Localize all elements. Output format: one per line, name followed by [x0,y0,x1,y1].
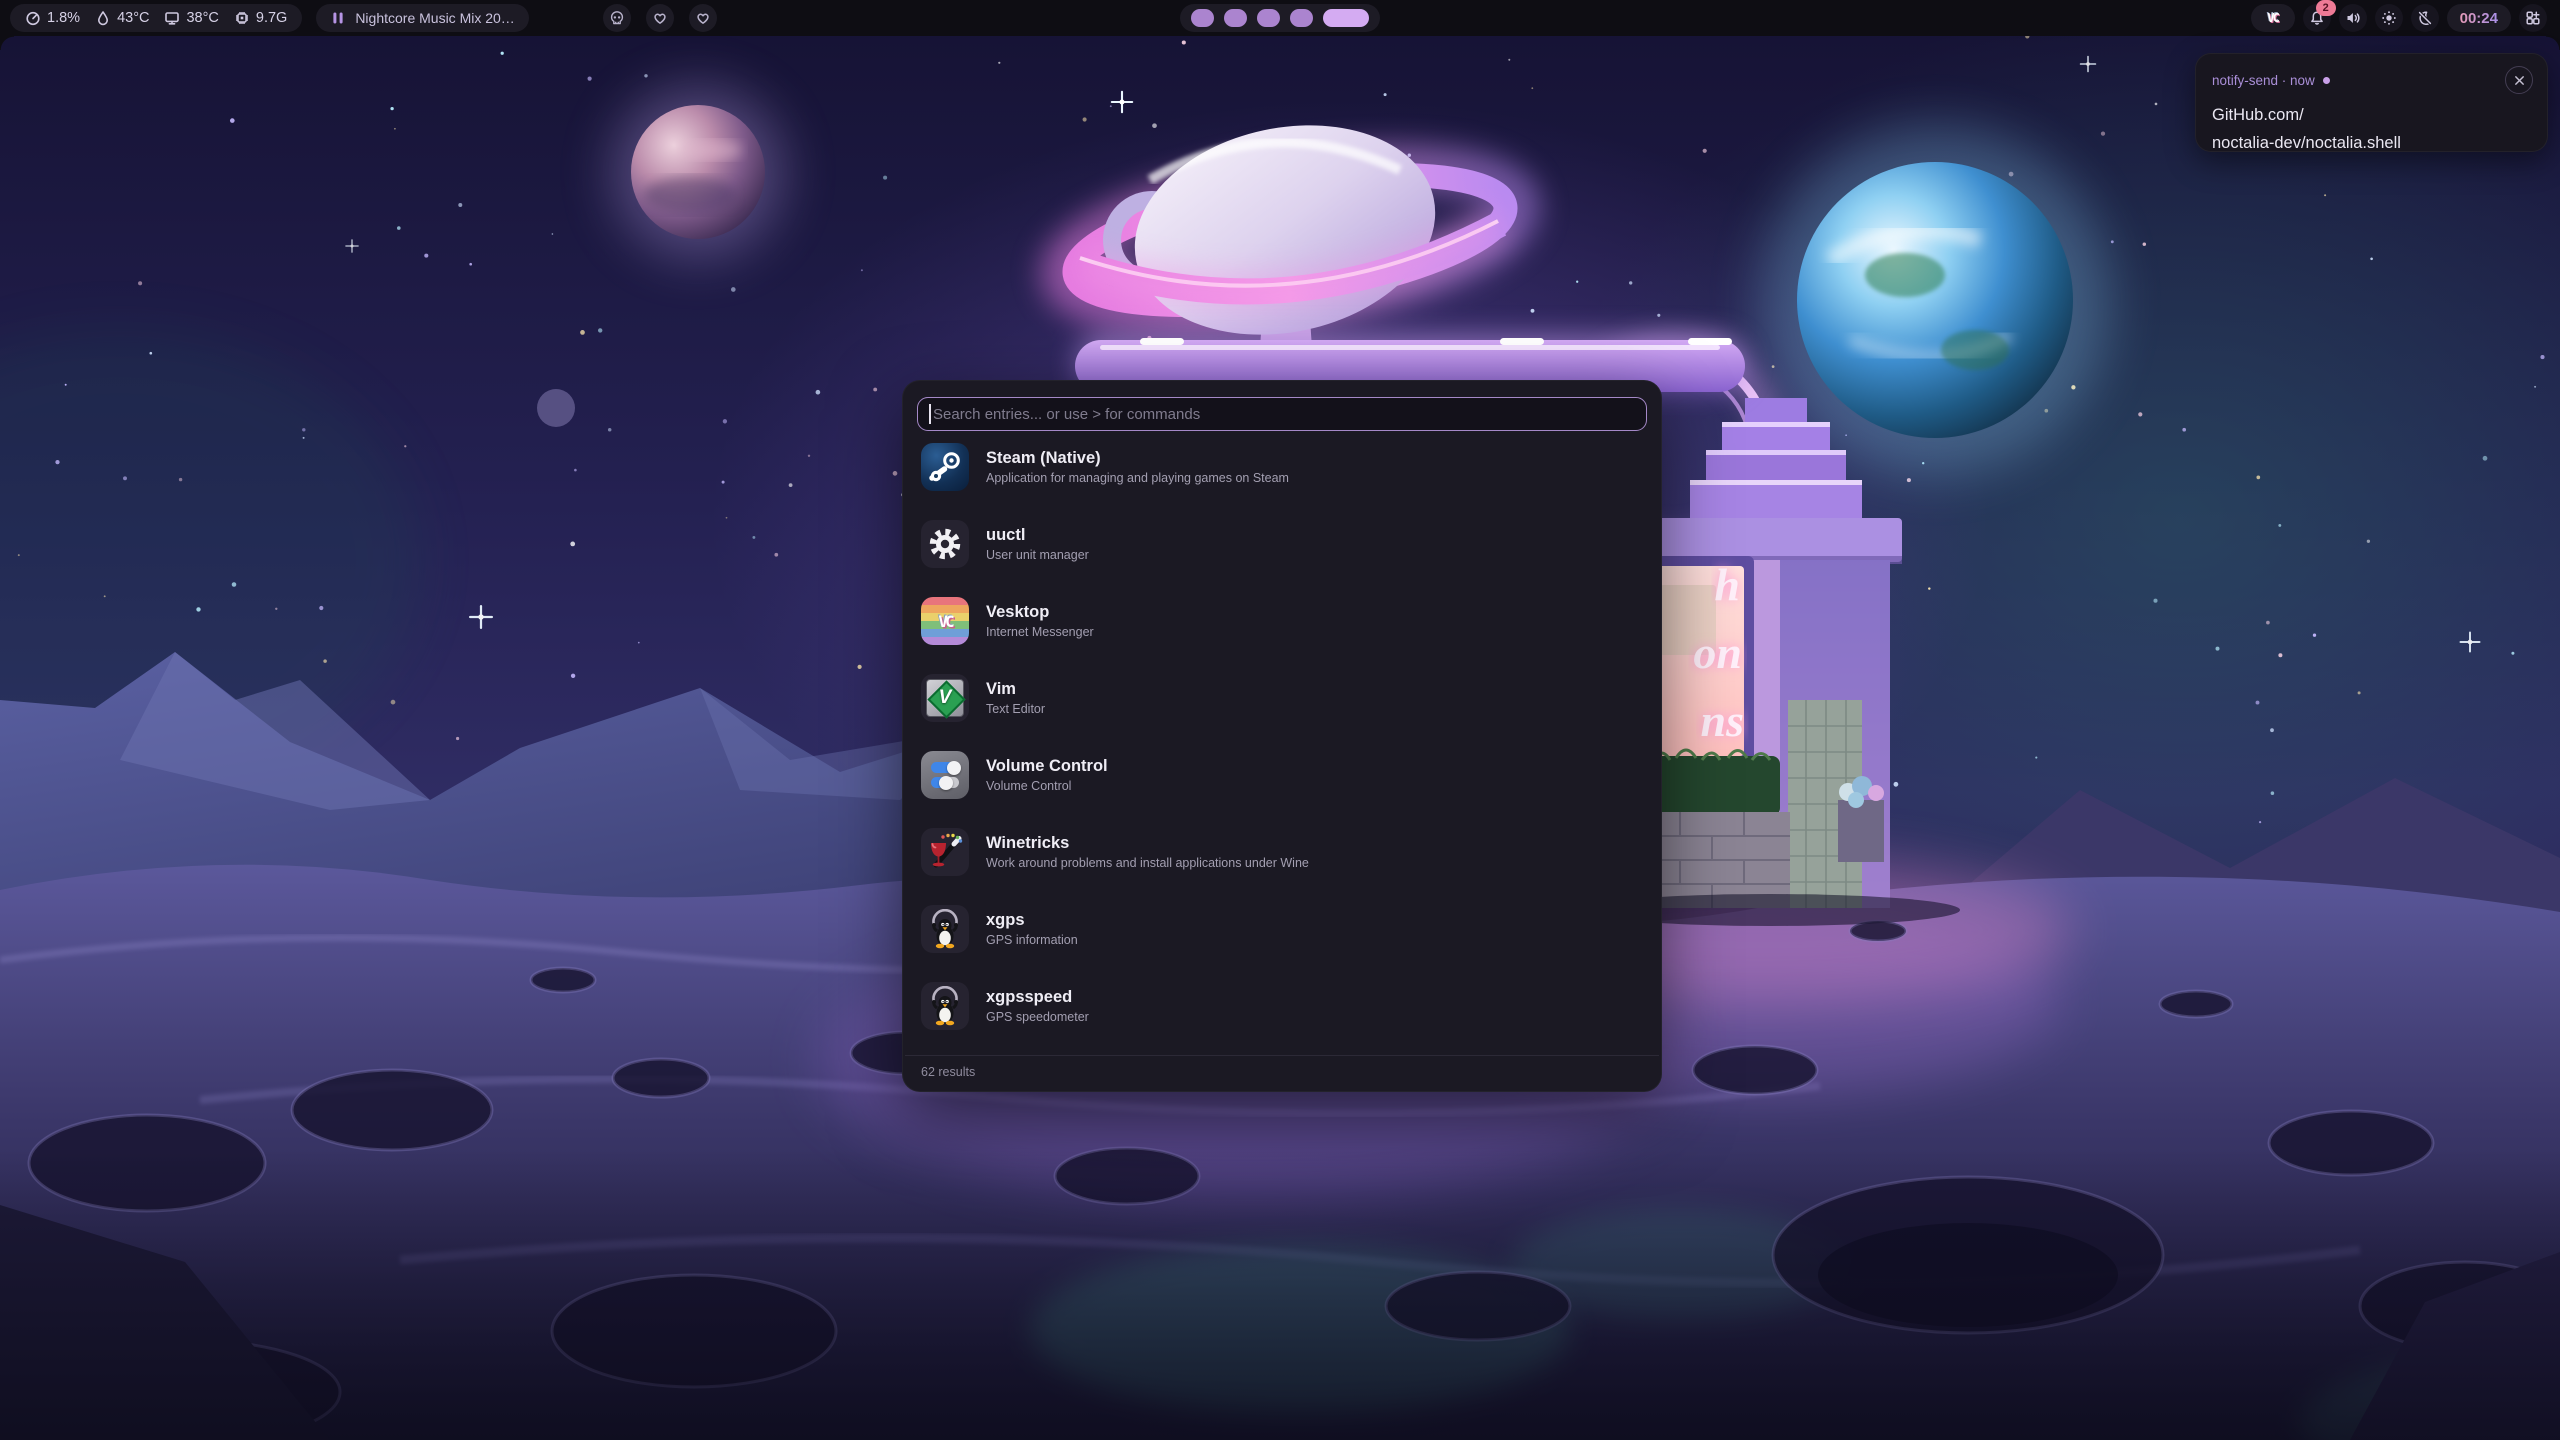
tux-gps-icon [921,982,969,1030]
app-name: xgps [986,911,1078,930]
temperature-icon [95,10,111,26]
app-description: User unit manager [986,548,1089,562]
media-title: Nightcore Music Mix 20… [355,10,515,26]
list-item[interactable]: Steam (Native) Application for managing … [921,443,1643,491]
screen-corner [2546,36,2560,50]
gpu-temp: 38°C [164,10,218,26]
notification-line-2: noctalia-dev/noctalia.shell [2212,129,2531,157]
svg-text:on: on [1693,627,1742,678]
svg-text:h: h [1714,559,1740,610]
winetricks-icon [921,828,969,876]
small-moon [537,389,575,427]
app-launcher: Steam (Native) Application for managing … [902,380,1662,1092]
pause-icon [330,10,346,26]
workspace-dot-1[interactable] [1191,9,1214,27]
gpu-temp-value: 38°C [186,10,218,26]
search-results: Steam (Native) Application for managing … [903,431,1661,1030]
vesktop-tray-icon: VC [2267,11,2277,25]
workspace-dot-3[interactable] [1257,9,1280,27]
heart-icon [652,10,668,26]
memory-usage-value: 9.7G [256,10,287,26]
cpu-temp: 43°C [95,10,149,26]
moon-off-icon [2417,10,2433,26]
heart-button-1[interactable] [646,4,674,32]
app-description: GPS speedometer [986,1010,1089,1024]
list-item[interactable]: xgps GPS information [921,905,1643,953]
list-item[interactable]: VC Vesktop Internet Messenger [921,597,1643,645]
unread-dot [2323,77,2330,84]
app-description: Text Editor [986,702,1045,716]
gauge-icon [25,10,41,26]
display-temp-icon [164,10,180,26]
close-icon [2514,75,2525,86]
app-name: xgpsspeed [986,988,1089,1007]
search-input[interactable] [917,397,1647,431]
sun-icon [2381,10,2397,26]
results-count: 62 results [905,1055,1659,1091]
notification-count-badge: 2 [2316,0,2336,16]
app-description: Internet Messenger [986,625,1094,639]
skull-icon [609,10,625,26]
list-item[interactable]: Winetricks Work around problems and inst… [921,828,1643,876]
notifications-button[interactable]: 2 [2303,4,2331,32]
workspace-indicator[interactable] [1180,4,1380,32]
heart-button-2[interactable] [689,4,717,32]
gear-icon [921,520,969,568]
list-item[interactable]: V Vim Text Editor [921,674,1643,722]
list-item[interactable]: uuctl User unit manager [921,520,1643,568]
speaker-icon [2345,10,2361,26]
search-bar[interactable] [917,397,1647,431]
notification-close-button[interactable] [2505,66,2533,94]
heart-icon [695,10,711,26]
app-description: Volume Control [986,779,1108,793]
app-name: uuctl [986,526,1089,545]
notification-line-1: GitHub.com/ [2212,101,2531,129]
memory-usage: 9.7G [234,10,287,26]
app-name: Steam (Native) [986,449,1289,468]
steam-icon [921,443,969,491]
app-name: Vim [986,680,1045,699]
cpu-usage: 1.8% [25,10,80,26]
media-player-widget[interactable]: Nightcore Music Mix 20… [316,4,529,32]
brightness-button[interactable] [2375,4,2403,32]
workspace-dot-4[interactable] [1290,9,1313,27]
app-description: Work around problems and install applica… [986,856,1309,870]
mauve-planet [612,86,784,258]
notification-popup[interactable]: notify-send · now GitHub.com/ noctalia-d… [2195,53,2548,152]
grid-plus-icon [2525,10,2541,26]
svg-text:ns: ns [1701,695,1744,746]
clock-widget[interactable]: 00:24 [2447,4,2511,32]
list-item[interactable]: Volume Control Volume Control [921,751,1643,799]
clock-text: 00:24 [2460,10,2498,27]
tray-item-vesktop[interactable]: VC [2251,4,2295,32]
list-item[interactable]: xgpsspeed GPS speedometer [921,982,1643,1030]
app-name: Winetricks [986,834,1309,853]
screen-corner [0,36,14,50]
desktop: h h on on ns ns [0,0,2560,1440]
app-name: Volume Control [986,757,1108,776]
widgets-button[interactable] [2519,4,2547,32]
text-caret [929,404,931,424]
tux-gps-icon [921,905,969,953]
workspace-dot-2[interactable] [1224,9,1247,27]
top-bar: 1.8% 43°C 38°C 9.7G [0,0,2560,36]
night-light-button[interactable] [2411,4,2439,32]
skull-button[interactable] [603,4,631,32]
app-description: Application for managing and playing gam… [986,471,1289,485]
vesktop-icon: VC [921,597,969,645]
volume-sliders-icon [921,751,969,799]
memory-icon [234,10,250,26]
app-description: GPS information [986,933,1078,947]
volume-button[interactable] [2339,4,2367,32]
cpu-usage-value: 1.8% [47,10,80,26]
system-stats-widget[interactable]: 1.8% 43°C 38°C 9.7G [10,4,302,32]
workspace-dot-active[interactable] [1323,9,1369,27]
app-name: Vesktop [986,603,1094,622]
notification-source: notify-send · now [2212,73,2315,88]
cpu-temp-value: 43°C [117,10,149,26]
vim-icon: V [921,674,969,722]
